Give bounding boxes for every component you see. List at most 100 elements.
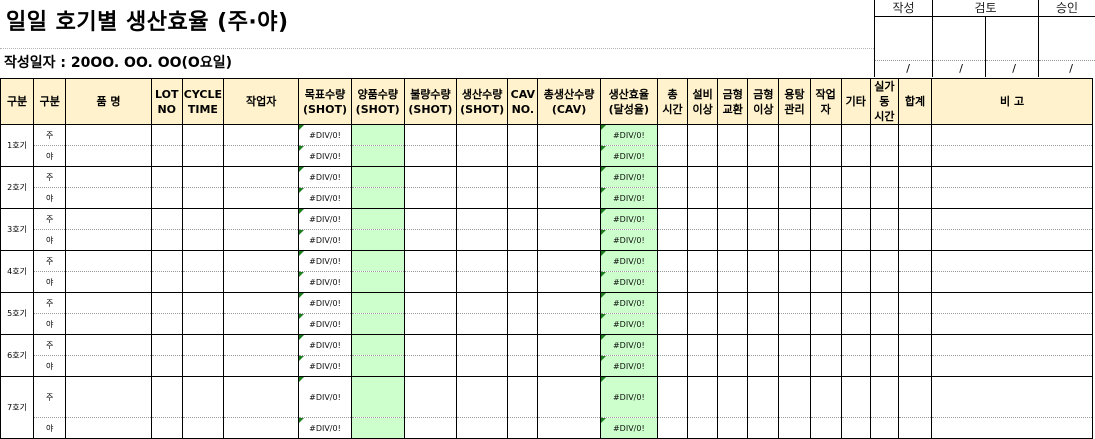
cell-sum[interactable] bbox=[898, 125, 931, 146]
cell-mold-fault[interactable] bbox=[748, 188, 779, 209]
cell-cav-no[interactable] bbox=[508, 188, 538, 209]
cell-melt-management[interactable] bbox=[779, 335, 810, 356]
cell-mold-change[interactable] bbox=[718, 377, 748, 418]
cell-cycle-time[interactable] bbox=[182, 167, 223, 188]
cell-mold-fault[interactable] bbox=[748, 230, 779, 251]
cell-cav-no[interactable] bbox=[508, 209, 538, 230]
cell-production-efficiency[interactable]: #DIV/0! bbox=[600, 188, 657, 209]
cell-lot-no[interactable] bbox=[151, 293, 182, 314]
cell-mold-fault[interactable] bbox=[748, 335, 779, 356]
cell-actual-operating-time[interactable] bbox=[870, 167, 898, 188]
cell-cycle-time[interactable] bbox=[182, 125, 223, 146]
cell-production-efficiency[interactable]: #DIV/0! bbox=[600, 418, 657, 439]
cell-mold-change[interactable] bbox=[718, 314, 748, 335]
cell-operator[interactable] bbox=[224, 377, 299, 418]
cell-total-production-qty[interactable] bbox=[538, 209, 600, 230]
cell-other[interactable] bbox=[841, 125, 870, 146]
cell-remarks[interactable] bbox=[932, 251, 1093, 272]
cell-target-qty[interactable]: #DIV/0! bbox=[299, 314, 351, 335]
cell-equipment-fault[interactable] bbox=[688, 251, 718, 272]
cell-target-qty[interactable]: #DIV/0! bbox=[299, 209, 351, 230]
cell-worker[interactable] bbox=[810, 418, 841, 439]
cell-other[interactable] bbox=[841, 418, 870, 439]
cell-good-qty[interactable] bbox=[351, 167, 404, 188]
cell-production-efficiency[interactable]: #DIV/0! bbox=[600, 209, 657, 230]
cell-operator[interactable] bbox=[224, 314, 299, 335]
cell-production-qty[interactable] bbox=[457, 377, 508, 418]
cell-lot-no[interactable] bbox=[151, 146, 182, 167]
cell-mold-change[interactable] bbox=[718, 251, 748, 272]
cell-other[interactable] bbox=[841, 356, 870, 377]
cell-other[interactable] bbox=[841, 251, 870, 272]
cell-product-name[interactable] bbox=[66, 356, 151, 377]
cell-mold-change[interactable] bbox=[718, 230, 748, 251]
cell-total-production-qty[interactable] bbox=[538, 293, 600, 314]
cell-production-qty[interactable] bbox=[457, 418, 508, 439]
cell-cav-no[interactable] bbox=[508, 356, 538, 377]
cell-total-time[interactable] bbox=[657, 356, 687, 377]
cell-product-name[interactable] bbox=[66, 272, 151, 293]
approval-date-write[interactable]: / bbox=[875, 61, 933, 78]
cell-cycle-time[interactable] bbox=[182, 377, 223, 418]
cell-production-efficiency[interactable]: #DIV/0! bbox=[600, 314, 657, 335]
cell-worker[interactable] bbox=[810, 125, 841, 146]
cell-worker[interactable] bbox=[810, 146, 841, 167]
cell-equipment-fault[interactable] bbox=[688, 209, 718, 230]
cell-mold-change[interactable] bbox=[718, 293, 748, 314]
cell-target-qty[interactable]: #DIV/0! bbox=[299, 167, 351, 188]
cell-cycle-time[interactable] bbox=[182, 314, 223, 335]
cell-lot-no[interactable] bbox=[151, 335, 182, 356]
cell-mold-fault[interactable] bbox=[748, 272, 779, 293]
cell-actual-operating-time[interactable] bbox=[870, 251, 898, 272]
cell-other[interactable] bbox=[841, 272, 870, 293]
cell-other[interactable] bbox=[841, 335, 870, 356]
cell-remarks[interactable] bbox=[932, 293, 1093, 314]
cell-good-qty[interactable] bbox=[351, 209, 404, 230]
cell-production-efficiency[interactable]: #DIV/0! bbox=[600, 272, 657, 293]
cell-mold-change[interactable] bbox=[718, 167, 748, 188]
cell-equipment-fault[interactable] bbox=[688, 314, 718, 335]
cell-target-qty[interactable]: #DIV/0! bbox=[299, 293, 351, 314]
cell-target-qty[interactable]: #DIV/0! bbox=[299, 251, 351, 272]
cell-equipment-fault[interactable] bbox=[688, 125, 718, 146]
cell-production-qty[interactable] bbox=[457, 146, 508, 167]
cell-actual-operating-time[interactable] bbox=[870, 125, 898, 146]
cell-remarks[interactable] bbox=[932, 167, 1093, 188]
cell-total-time[interactable] bbox=[657, 230, 687, 251]
cell-equipment-fault[interactable] bbox=[688, 293, 718, 314]
cell-operator[interactable] bbox=[224, 251, 299, 272]
cell-product-name[interactable] bbox=[66, 418, 151, 439]
cell-mold-fault[interactable] bbox=[748, 314, 779, 335]
cell-melt-management[interactable] bbox=[779, 146, 810, 167]
cell-cycle-time[interactable] bbox=[182, 272, 223, 293]
cell-mold-fault[interactable] bbox=[748, 125, 779, 146]
cell-target-qty[interactable]: #DIV/0! bbox=[299, 188, 351, 209]
cell-mold-change[interactable] bbox=[718, 335, 748, 356]
cell-product-name[interactable] bbox=[66, 188, 151, 209]
cell-equipment-fault[interactable] bbox=[688, 377, 718, 418]
cell-production-qty[interactable] bbox=[457, 293, 508, 314]
cell-worker[interactable] bbox=[810, 293, 841, 314]
cell-lot-no[interactable] bbox=[151, 188, 182, 209]
cell-cycle-time[interactable] bbox=[182, 188, 223, 209]
cell-mold-fault[interactable] bbox=[748, 293, 779, 314]
cell-sum[interactable] bbox=[898, 251, 931, 272]
cell-melt-management[interactable] bbox=[779, 167, 810, 188]
cell-equipment-fault[interactable] bbox=[688, 418, 718, 439]
cell-melt-management[interactable] bbox=[779, 188, 810, 209]
cell-cav-no[interactable] bbox=[508, 377, 538, 418]
cell-lot-no[interactable] bbox=[151, 314, 182, 335]
cell-product-name[interactable] bbox=[66, 125, 151, 146]
cell-total-production-qty[interactable] bbox=[538, 230, 600, 251]
approval-date-review-2[interactable]: / bbox=[986, 61, 1039, 78]
cell-mold-change[interactable] bbox=[718, 188, 748, 209]
cell-sum[interactable] bbox=[898, 230, 931, 251]
cell-lot-no[interactable] bbox=[151, 209, 182, 230]
cell-cycle-time[interactable] bbox=[182, 293, 223, 314]
cell-defect-qty[interactable] bbox=[404, 125, 456, 146]
approval-sign-review-1[interactable] bbox=[933, 17, 986, 61]
cell-actual-operating-time[interactable] bbox=[870, 230, 898, 251]
cell-defect-qty[interactable] bbox=[404, 230, 456, 251]
cell-product-name[interactable] bbox=[66, 293, 151, 314]
cell-lot-no[interactable] bbox=[151, 230, 182, 251]
